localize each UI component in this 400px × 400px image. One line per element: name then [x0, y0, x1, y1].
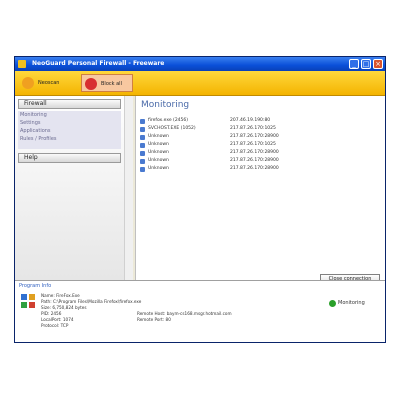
main-panel: Monitoring firefox.exe (2456) 207.46.19.…: [135, 96, 385, 284]
sidebar-item-monitoring[interactable]: Monitoring: [20, 112, 47, 118]
program-pid: PID: 2456: [41, 311, 62, 316]
page-title: Monitoring: [141, 100, 190, 110]
connection-row[interactable]: Unknown 217.87.26.170:28900: [140, 166, 380, 173]
connection-name: firefox.exe (2456): [148, 118, 189, 123]
close-button[interactable]: ×: [373, 59, 383, 69]
connection-address: 217.87.26.170:28900: [230, 134, 279, 139]
connection-address: 217.87.26.170:28900: [230, 166, 279, 171]
sidebar-scrollbar[interactable]: [124, 96, 133, 280]
connection-address: 217.87.26.170:28900: [230, 158, 279, 163]
sidebar-item-applications[interactable]: Applications: [20, 128, 51, 134]
connection-icon: [140, 151, 145, 156]
connection-address: 217.87.26.170:1025: [230, 126, 276, 131]
program-name: Name: FireFox.Exe: [41, 293, 80, 298]
program-icon: [21, 294, 35, 308]
connection-row[interactable]: Unknown 217.87.26.170:28900: [140, 158, 380, 165]
connection-row[interactable]: Unknown 217.87.26.170:1025: [140, 142, 380, 149]
connection-name: SVCHOST.EXE (1052): [148, 126, 196, 131]
program-path: Path: C:\Program Files\Mozilla Firefox\f…: [41, 299, 142, 304]
neoscan-button[interactable]: Neoscan: [19, 74, 75, 92]
connection-name: Unknown: [148, 142, 169, 147]
connection-row[interactable]: firefox.exe (2456) 207.46.19.190:80: [140, 118, 380, 125]
program-info-link[interactable]: Program Info: [19, 283, 51, 289]
help-section-header[interactable]: Help: [18, 153, 121, 163]
connection-icon: [140, 143, 145, 148]
app-shield-icon: [18, 60, 26, 68]
program-info-panel: Program Info Name: FireFox.Exe Path: C:\…: [15, 281, 385, 342]
connection-name: Unknown: [148, 150, 169, 155]
remote-port: Remote Port: 80: [137, 317, 171, 322]
scan-icon: [22, 77, 34, 89]
minimize-button[interactable]: _: [349, 59, 359, 69]
sidebar: Firewall Monitoring Settings Application…: [15, 96, 133, 280]
status-text: Monitoring: [338, 300, 365, 306]
maximize-button[interactable]: □: [361, 59, 371, 69]
nav-list: Monitoring Settings Applications Rules /…: [18, 111, 121, 149]
status-check-icon: [329, 300, 336, 307]
block-icon: [85, 78, 97, 90]
remote-host: Remote Host: baym-cs168.msgr.hotmail.com: [137, 311, 232, 316]
block-all-label: Block all: [101, 81, 122, 87]
connection-name: Unknown: [148, 158, 169, 163]
sidebar-item-settings[interactable]: Settings: [20, 120, 41, 126]
connection-icon: [140, 119, 145, 124]
connection-address: 217.87.26.170:28900: [230, 150, 279, 155]
program-local-port: LocalPort: 1074: [41, 317, 74, 322]
window-title: NeoGuard Personal Firewall - Freeware: [32, 60, 165, 67]
neoscan-label: Neoscan: [38, 80, 60, 86]
connection-row[interactable]: Unknown 217.87.26.170:28900: [140, 150, 380, 157]
connection-name: Unknown: [148, 134, 169, 139]
app-window: NeoGuard Personal Firewall - Freeware _ …: [14, 56, 386, 343]
toolbar: Neoscan Block all: [15, 71, 385, 96]
firewall-section-header[interactable]: Firewall: [18, 99, 121, 109]
program-size: Size: 6,750,824 bytes: [41, 305, 87, 310]
connection-address: 207.46.19.190:80: [230, 118, 271, 123]
program-protocol: Protocol: TCP: [41, 323, 69, 328]
title-bar[interactable]: NeoGuard Personal Firewall - Freeware _ …: [15, 57, 385, 71]
connection-icon: [140, 135, 145, 140]
monitoring-status: Monitoring: [329, 299, 381, 308]
connection-address: 217.87.26.170:1025: [230, 142, 276, 147]
connection-icon: [140, 159, 145, 164]
sidebar-item-rules[interactable]: Rules / Profiles: [20, 136, 57, 142]
block-all-button[interactable]: Block all: [81, 74, 133, 92]
connection-icon: [140, 127, 145, 132]
connection-name: Unknown: [148, 166, 169, 171]
connection-row[interactable]: SVCHOST.EXE (1052) 217.87.26.170:1025: [140, 126, 380, 133]
connection-row[interactable]: Unknown 217.87.26.170:28900: [140, 134, 380, 141]
connection-icon: [140, 167, 145, 172]
